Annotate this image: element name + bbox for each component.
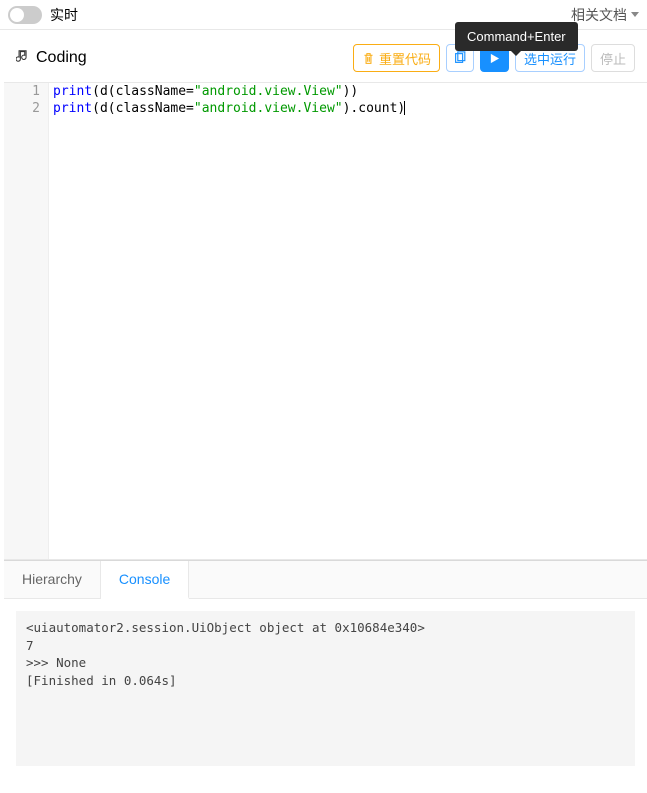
code-content[interactable]: print(d(className="android.view.View"))p… (49, 83, 647, 559)
tabs: Hierarchy Console (4, 561, 647, 599)
main-area: Coding 重置代码 选中运行 停止 12 print(d(className… (0, 30, 647, 766)
line-number: 2 (4, 100, 40, 117)
line-number: 1 (4, 83, 40, 100)
docs-label: 相关文档 (571, 5, 627, 25)
shortcut-tooltip: Command+Enter (455, 22, 578, 51)
bottom-panel: Hierarchy Console <uiautomator2.session.… (4, 560, 647, 766)
console-output[interactable]: <uiautomator2.session.UiObject object at… (16, 611, 635, 766)
tab-hierarchy[interactable]: Hierarchy (4, 561, 101, 598)
trash-icon (362, 52, 375, 65)
chevron-down-icon (631, 12, 639, 17)
code-line: print(d(className="android.view.View").c… (53, 100, 643, 117)
docs-dropdown[interactable]: 相关文档 (571, 5, 639, 25)
play-icon (489, 53, 500, 64)
code-line: print(d(className="android.view.View")) (53, 83, 643, 100)
copy-icon (453, 51, 467, 65)
music-icon (16, 49, 30, 68)
line-gutter: 12 (4, 83, 49, 559)
top-left: 实时 (8, 5, 78, 25)
realtime-label: 实时 (50, 5, 78, 25)
tab-console[interactable]: Console (101, 561, 189, 599)
coding-title: Coding (16, 49, 87, 68)
code-editor[interactable]: 12 print(d(className="android.view.View"… (4, 82, 647, 560)
realtime-toggle[interactable] (8, 6, 42, 24)
coding-title-text: Coding (36, 49, 87, 67)
reset-code-button[interactable]: 重置代码 (353, 44, 440, 72)
stop-button[interactable]: 停止 (591, 44, 635, 72)
